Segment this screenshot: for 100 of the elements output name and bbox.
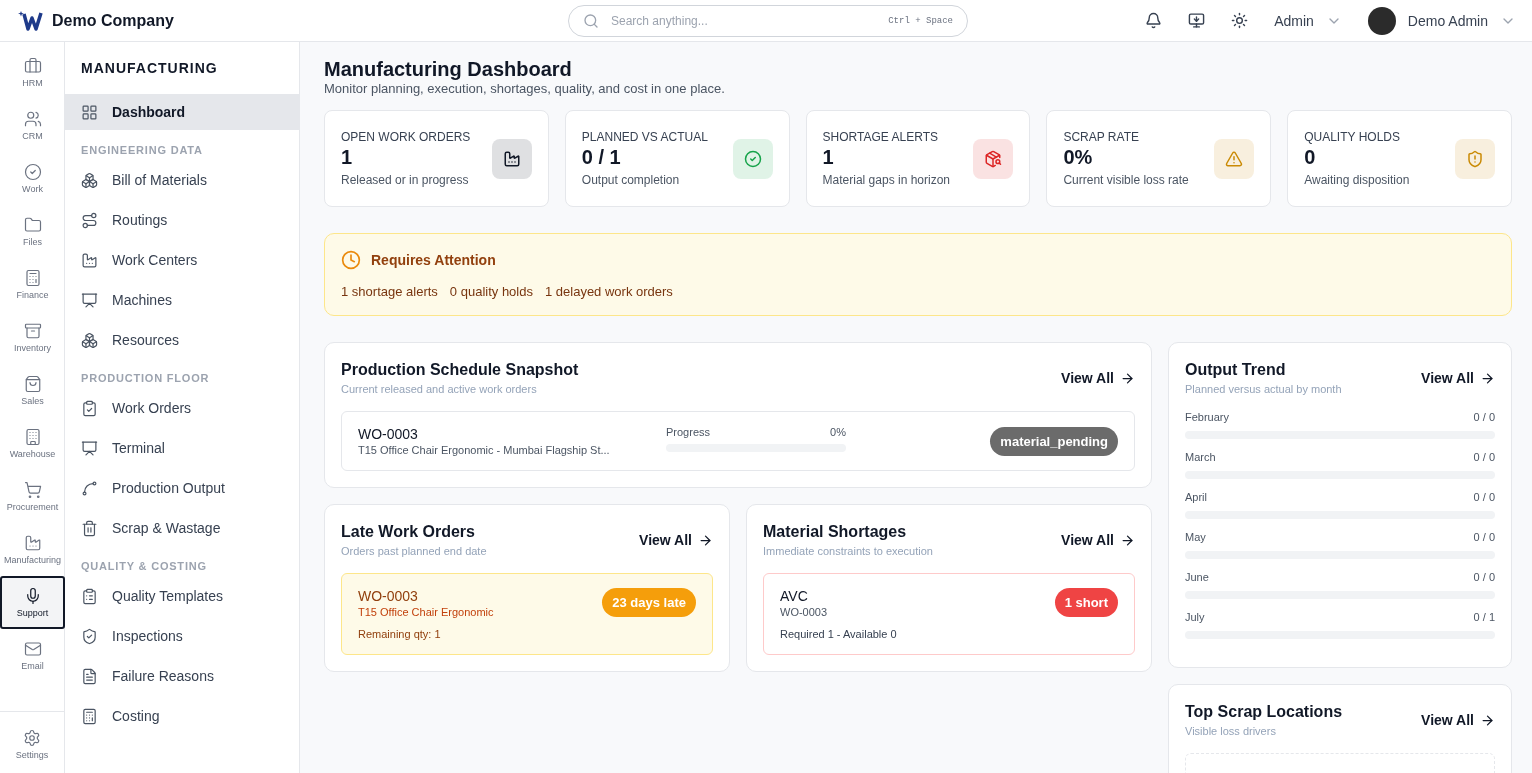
rail-item[interactable]: Finance	[0, 258, 65, 311]
rail-item[interactable]: Sales	[0, 364, 65, 417]
page-title: Manufacturing Dashboard	[324, 58, 573, 81]
attention-item: 1 shortage alerts	[341, 284, 438, 299]
rail-item[interactable]: Work	[0, 152, 65, 205]
sidebar-title: MANUFACTURING	[80, 60, 219, 78]
month-label: May	[1185, 531, 1206, 543]
sidebar-item[interactable]: Bill of Materials	[65, 162, 299, 198]
rail-item[interactable]: HRM	[0, 46, 65, 99]
sidebar-item[interactable]: Routings	[65, 202, 299, 238]
progress-label: Progress	[666, 426, 711, 438]
rail-item[interactable]: Warehouse	[0, 417, 65, 470]
sidebar-item[interactable]: Work Orders	[65, 390, 299, 426]
stat-caption: Current visible loss rate	[1063, 173, 1190, 187]
sidebar-item[interactable]: Production Output	[65, 470, 299, 506]
month-label: February	[1185, 411, 1230, 423]
user-menu[interactable]: Demo Admin	[1367, 6, 1516, 35]
card-subtitle: Planned versus actual by month	[1185, 383, 1343, 395]
status-badge: material_pending	[990, 426, 1118, 456]
progress-value: 0%	[830, 426, 846, 438]
clipboard-check-icon	[81, 399, 98, 417]
clipboard-list-icon	[81, 587, 98, 605]
view-all-link[interactable]: View All	[1421, 712, 1495, 728]
rail-item[interactable]: Procurement	[0, 470, 65, 523]
avatar	[1367, 6, 1396, 35]
folder-icon	[23, 216, 42, 234]
rail-item[interactable]: CRM	[0, 99, 65, 152]
stat-label: SCRAP RATE	[1063, 130, 1140, 144]
boxes-icon	[81, 331, 98, 349]
output-reading: 0 / 0	[1473, 491, 1495, 503]
month-label: June	[1185, 571, 1209, 583]
role-dropdown[interactable]: Admin	[1274, 12, 1342, 29]
stat-value: 0 / 1	[581, 146, 622, 169]
theme-button[interactable]	[1231, 12, 1249, 29]
stat-caption: Output completion	[581, 173, 681, 187]
order-description: T15 Office Chair Ergonomic - Mumbai Flagship St...	[358, 444, 611, 456]
rail-item[interactable]: Files	[0, 205, 65, 258]
logo-icon	[18, 9, 44, 32]
sidebar-item[interactable]: Scrap & Wastage	[65, 510, 299, 546]
card-title: Material Shortages	[763, 523, 908, 541]
sidebar-item[interactable]: Machines	[65, 282, 299, 318]
sidebar-item[interactable]: Terminal	[65, 430, 299, 466]
view-all-link[interactable]: View All	[1061, 532, 1135, 548]
sidebar-item[interactable]: Failure Reasons	[65, 658, 299, 694]
card-title: Output Trend	[1185, 361, 1287, 379]
order-description: T15 Office Chair Ergonomic	[358, 606, 494, 618]
card-subtitle: Orders past planned end date	[341, 545, 488, 557]
calculator-icon	[81, 707, 98, 725]
shopping-bag-icon	[23, 375, 42, 393]
document-icon	[81, 667, 98, 685]
sidebar-item[interactable]: Resources	[65, 322, 299, 358]
stat-caption: Awaiting disposition	[1304, 173, 1411, 187]
stat-value: 0	[1304, 146, 1317, 169]
sidebar-item[interactable]: Work Centers	[65, 242, 299, 278]
company-name: Demo Company	[52, 11, 174, 30]
sidebar-item[interactable]: Inspections	[65, 618, 299, 654]
stat-label: OPEN WORK ORDERS	[341, 130, 472, 144]
sidebar-item[interactable]: Dashboard	[65, 94, 299, 130]
view-all-link[interactable]: View All	[1061, 370, 1135, 386]
monitor-icon	[81, 439, 98, 457]
shortage-detail: Required 1 - Available 0	[780, 628, 897, 640]
users-icon	[23, 110, 42, 128]
month-label: March	[1185, 451, 1216, 463]
card-title: Production Schedule Snapshot	[341, 361, 580, 379]
shield-check-icon	[81, 627, 98, 645]
clock-icon	[341, 250, 361, 270]
view-all-link[interactable]: View All	[1421, 370, 1495, 386]
search-input[interactable]: Search anything...	[609, 12, 879, 29]
banner-title: Requires Attention	[371, 252, 496, 268]
arrow-right-icon	[1120, 532, 1135, 548]
download-button[interactable]	[1188, 12, 1206, 29]
sidebar-item[interactable]: Quality Templates	[65, 578, 299, 614]
notifications-button[interactable]	[1145, 12, 1163, 29]
rail-item[interactable]: Inventory	[0, 311, 65, 364]
arrow-right-icon	[1120, 370, 1135, 386]
output-reading: 0 / 1	[1473, 611, 1495, 623]
output-reading: 0 / 0	[1473, 451, 1495, 463]
section-heading: QUALITY & COSTING	[80, 559, 208, 574]
stat-caption: Released or in progress	[341, 173, 470, 187]
rail-item[interactable]: Support	[0, 576, 65, 629]
rail-item[interactable]: Manufacturing	[0, 523, 65, 576]
view-all-link[interactable]: View All	[639, 532, 713, 548]
output-reading: 0 / 0	[1473, 411, 1495, 423]
stat-value: 1	[822, 146, 835, 169]
briefcase-icon	[23, 57, 42, 75]
order-code: WO-0003	[358, 426, 419, 442]
settings-item[interactable]: Settings	[0, 718, 64, 771]
mail-icon	[23, 640, 42, 658]
material-name: AVC	[780, 588, 809, 604]
search-icon	[583, 12, 599, 29]
arrow-right-icon	[1480, 370, 1495, 386]
rail-item[interactable]: Email	[0, 629, 65, 682]
stat-label: QUALITY HOLDS	[1304, 130, 1401, 144]
shortcut-hint: Ctrl + Space	[888, 15, 953, 26]
section-heading: PRODUCTION FLOOR	[80, 371, 211, 386]
month-label: April	[1185, 491, 1207, 503]
month-label: July	[1185, 611, 1205, 623]
sidebar-item[interactable]: Costing	[65, 698, 299, 734]
remaining-quantity: Remaining qty: 1	[358, 628, 442, 640]
archive-icon	[23, 322, 42, 340]
